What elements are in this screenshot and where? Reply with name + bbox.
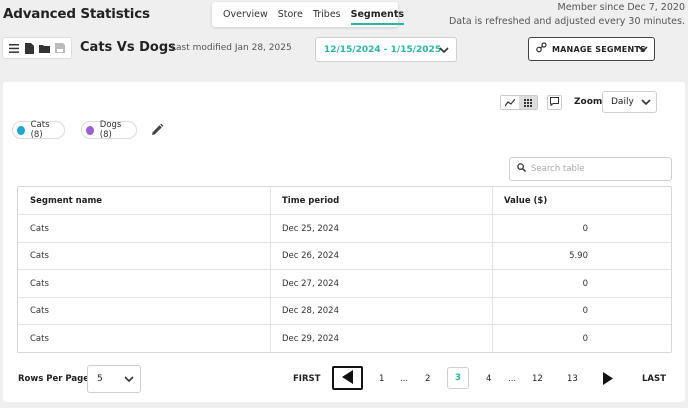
cell-time-period: Dec 29, 2024 (271, 325, 493, 352)
cell-value: 0 (582, 278, 588, 289)
segment-color-dot (17, 125, 25, 135)
pagination-page[interactable]: 1 (379, 374, 384, 384)
top-tabs: Overview Store Tribes Segments (212, 2, 405, 27)
triangle-left-icon (341, 369, 354, 387)
chevron-down-icon (438, 44, 450, 59)
date-range-value: 12/15/2024 - 1/15/2025 (324, 44, 442, 55)
segments-icon (536, 42, 547, 56)
search-icon (517, 163, 527, 175)
date-range-select[interactable]: 12/15/2024 - 1/15/2025 (315, 37, 457, 62)
cell-time-period: Dec 26, 2024 (271, 243, 493, 269)
segment-chip-label: Dogs (8) (99, 120, 122, 140)
tab-tribes[interactable]: Tribes (313, 9, 341, 20)
refresh-note: Data is refreshed and adjusted every 30 … (448, 16, 685, 27)
pagination-page[interactable]: 4 (486, 374, 491, 384)
rows-per-page-label: Rows Per Page (18, 374, 89, 384)
segment-chip-dogs[interactable]: Dogs (8) (81, 120, 137, 140)
cell-value: 0 (582, 333, 588, 344)
manage-segments-label: MANAGE SEGMENTS (552, 44, 646, 54)
triangle-right-icon (603, 372, 613, 388)
chart-view-icon[interactable] (501, 96, 519, 109)
chevron-down-icon (637, 43, 649, 58)
pagination-prev-button[interactable] (332, 366, 363, 390)
table-view-icon[interactable] (519, 96, 537, 109)
manage-segments-button[interactable]: MANAGE SEGMENTS (528, 37, 655, 61)
cell-segment-name: Cats (18, 215, 271, 242)
comment-icon (550, 96, 559, 109)
cell-segment-name: Cats (18, 270, 271, 297)
tab-store[interactable]: Store (278, 9, 303, 20)
tab-segments[interactable]: Segments (350, 9, 405, 25)
segment-chip-cats[interactable]: Cats (8) (12, 120, 65, 140)
zoom-label: Zoom (574, 97, 603, 107)
rows-per-page-select[interactable]: 5 (87, 365, 141, 393)
pagination-ellipsis: ... (400, 374, 409, 384)
column-header-time-period[interactable]: Time period (271, 187, 493, 214)
member-since: Member since Dec 7, 2020 (557, 2, 685, 13)
zoom-select[interactable]: Daily (602, 91, 657, 113)
save-icon[interactable] (54, 42, 66, 54)
cell-value: 0 (582, 223, 588, 234)
table-row: Cats Dec 28, 2024 0 (18, 298, 671, 325)
cell-time-period: Dec 25, 2024 (271, 215, 493, 242)
tab-overview[interactable]: Overview (223, 9, 268, 20)
comment-button[interactable] (547, 95, 562, 110)
cell-segment-name: Cats (18, 243, 271, 269)
cell-time-period: Dec 27, 2024 (271, 270, 493, 297)
cell-time-period: Dec 28, 2024 (271, 298, 493, 324)
cell-value: 5.90 (569, 251, 588, 261)
pagination-first[interactable]: FIRST (293, 374, 320, 384)
column-header-value[interactable]: Value ($) (493, 187, 671, 214)
table-header-row: Segment name Time period Value ($) (18, 187, 671, 215)
chevron-down-icon (123, 373, 135, 388)
last-modified: Last modified Jan 28, 2025 (171, 43, 292, 53)
menu-icon[interactable] (8, 42, 20, 54)
cell-value: 0 (582, 306, 588, 316)
table-row: Cats Dec 25, 2024 0 (18, 215, 671, 243)
pagination-page[interactable]: 2 (425, 374, 430, 384)
view-toggle (500, 95, 538, 110)
column-header-segment-name[interactable]: Segment name (18, 187, 271, 214)
search-input[interactable] (531, 164, 661, 174)
file-icon[interactable] (23, 42, 35, 54)
pagination-page[interactable]: 13 (567, 374, 578, 384)
rows-per-page-value: 5 (97, 374, 103, 384)
cell-segment-name: Cats (18, 298, 271, 324)
pagination-current-page[interactable]: 3 (447, 367, 469, 389)
search-box (509, 157, 672, 181)
app-title: Advanced Statistics (3, 6, 150, 22)
pencil-icon[interactable] (150, 123, 164, 137)
pagination-next-button[interactable] (603, 372, 613, 388)
report-title: Cats Vs Dogs (80, 40, 176, 55)
pagination-page[interactable]: 12 (532, 374, 543, 384)
segment-color-dot (86, 125, 94, 135)
chevron-down-icon (640, 96, 652, 111)
zoom-value: Daily (611, 97, 634, 107)
table-row: Cats Dec 27, 2024 0 (18, 270, 671, 298)
cell-segment-name: Cats (18, 325, 271, 352)
folder-icon[interactable] (39, 42, 51, 54)
pagination-last[interactable]: LAST (642, 374, 666, 384)
table-row: Cats Dec 26, 2024 5.90 (18, 243, 671, 270)
file-toolbar (2, 37, 72, 59)
data-table: Segment name Time period Value ($) Cats … (17, 186, 672, 353)
pagination-ellipsis: ... (508, 374, 517, 384)
segment-chip-label: Cats (8) (30, 120, 50, 140)
table-row: Cats Dec 29, 2024 0 (18, 325, 671, 352)
